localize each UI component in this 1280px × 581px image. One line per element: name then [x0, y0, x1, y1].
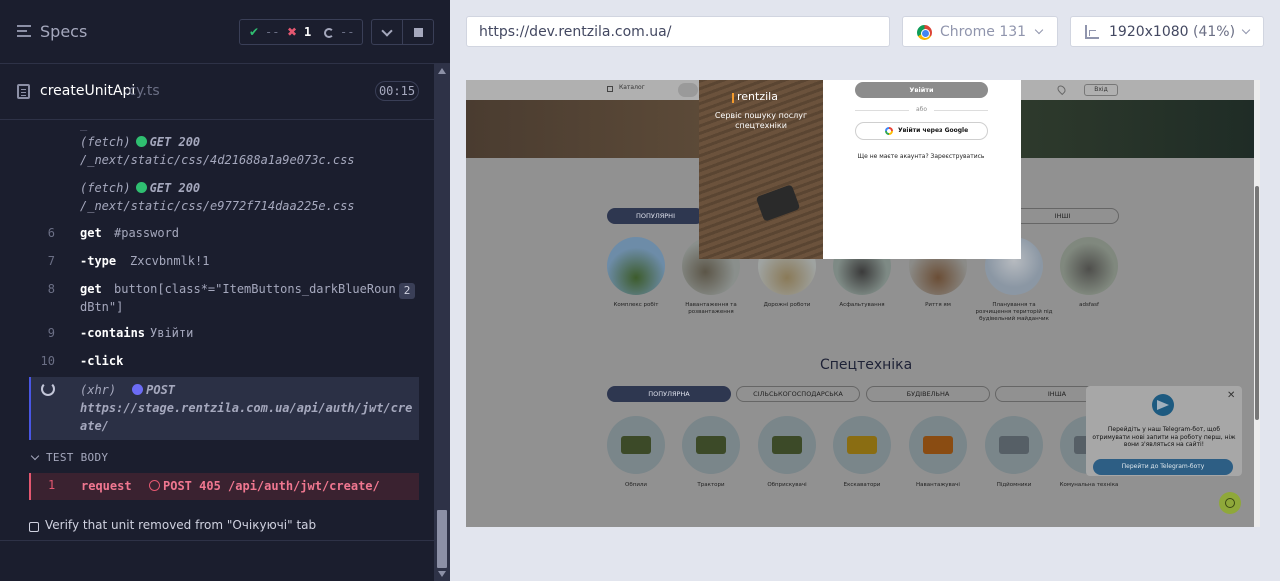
command-row[interactable]: 9 -contains Увійти	[30, 326, 419, 346]
machine-image[interactable]	[758, 416, 816, 474]
machines-tab-agricultural[interactable]: СІЛЬСЬКОГОСПОДАРСЬКА	[736, 386, 860, 402]
machines-tab-popular[interactable]: ПОПУЛЯРНА	[607, 386, 731, 402]
command-row[interactable]: 8 get button[class*="ItemButtons_darkBlu…	[30, 282, 419, 318]
section-title: Спецтехніка	[820, 357, 913, 373]
command-row[interactable]: 7 -type Zxcvbnmlk!1	[30, 254, 419, 274]
stop-button[interactable]	[402, 19, 434, 45]
spec-file-ext: .cy.ts	[124, 83, 160, 99]
command-log-panel: Specs ✔ -- ✖ 1 -- createUnitApi .cy.ts 0…	[0, 0, 450, 581]
command-log-scrollbar[interactable]	[434, 64, 450, 581]
green-status-dot-icon	[135, 136, 147, 147]
search-icon[interactable]	[678, 83, 698, 97]
command-row[interactable]: 6 get #password	[30, 226, 419, 246]
loading-spinner-icon	[41, 382, 55, 396]
menu-icon[interactable]	[17, 25, 31, 37]
service-caption[interactable]: adsfasf	[1050, 302, 1128, 309]
service-caption[interactable]: Дорожні роботи	[748, 302, 826, 309]
service-caption[interactable]: Планування та розчищення територій під б…	[975, 302, 1053, 323]
spec-file-header: createUnitApi .cy.ts 00:15	[0, 64, 434, 120]
spec-file-name[interactable]: createUnitApi	[40, 83, 135, 99]
command-list: _ (fetch) GET 200 /_next/static/css/4d216…	[0, 117, 434, 581]
machine-caption[interactable]: Підйомники	[975, 482, 1053, 489]
chevron-down-icon	[1241, 25, 1251, 35]
machine-image[interactable]	[833, 416, 891, 474]
test-state-checkbox-icon	[29, 522, 39, 532]
register-link[interactable]: Ще не маєте акаунта? Зареєструватись	[835, 153, 1007, 160]
failed-count: 1	[304, 25, 312, 39]
aut-scrollbar[interactable]	[1254, 80, 1260, 527]
viewport-info[interactable]: 1920x1080 (41%)	[1070, 16, 1264, 47]
run-duration: 00:15	[375, 81, 419, 101]
toggle-auto-scroll-button[interactable]	[371, 19, 403, 45]
machine-caption[interactable]: Трактори	[672, 482, 750, 489]
failed-command-row[interactable]: 1 request POST 405 /api/auth/jwt/create/	[29, 473, 419, 500]
aut-panel: https://dev.rentzila.com.ua/ Chrome 131 …	[450, 0, 1280, 581]
machine-image[interactable]	[909, 416, 967, 474]
service-caption[interactable]: Навантаження та розвантаження	[672, 302, 750, 316]
ruler-icon	[1085, 25, 1099, 39]
service-image[interactable]	[1060, 237, 1118, 295]
services-tab-other[interactable]: ІНШІ	[1006, 208, 1119, 224]
scroll-down-arrow-icon[interactable]	[438, 571, 446, 577]
document-icon	[17, 84, 30, 99]
chat-icon[interactable]	[1219, 492, 1241, 514]
machine-caption[interactable]: Обприскувачі	[748, 482, 826, 489]
google-login-button[interactable]: Увійти через Google	[855, 122, 988, 140]
machine-caption[interactable]: Екскаватори	[823, 482, 901, 489]
telegram-icon	[1152, 394, 1174, 416]
machine-caption[interactable]: Комунальна техніка	[1050, 482, 1128, 489]
passed-check-icon: ✔	[249, 25, 260, 39]
chevron-down-icon	[1034, 25, 1044, 35]
specs-header: Specs ✔ -- ✖ 1 --	[0, 0, 450, 64]
map-pin-icon[interactable]	[1055, 83, 1068, 96]
machine-image[interactable]	[607, 416, 665, 474]
machine-caption[interactable]: Обпили	[597, 482, 675, 489]
telegram-button[interactable]: Перейти до Telegram-боту	[1093, 459, 1233, 475]
specs-title[interactable]: Specs	[40, 22, 87, 41]
next-test-row[interactable]: Verify that unit removed from "Очікуючі"…	[0, 518, 434, 541]
element-count-badge: 2	[399, 283, 415, 299]
green-status-dot-icon	[135, 182, 147, 193]
failed-x-icon: ✖	[287, 25, 298, 39]
service-caption[interactable]: Асфальтування	[823, 302, 901, 309]
service-caption[interactable]: Риття ям	[899, 302, 977, 309]
chrome-icon	[917, 25, 932, 40]
command-fetch[interactable]: (fetch) GET 200 /_next/static/css/4d21688…	[30, 135, 419, 171]
browser-selector[interactable]: Chrome 131	[902, 16, 1058, 47]
run-stats: ✔ -- ✖ 1 --	[239, 19, 363, 45]
modal-hero-image: rentzila Сервіс пошуку послуг спецтехнік…	[699, 80, 823, 259]
login-submit-button[interactable]: Увійти	[855, 82, 988, 98]
command-fetch[interactable]: (fetch) GET 200 /_next/static/css/e9772f7…	[30, 181, 419, 217]
service-image[interactable]	[607, 237, 665, 295]
scrollbar-thumb[interactable]	[437, 510, 447, 568]
command-xhr-pending[interactable]: (xhr) POST https://stage.rentzila.com.ua/…	[29, 377, 419, 440]
machine-image[interactable]	[985, 416, 1043, 474]
machines-tab-construction[interactable]: БУДІВЕЛЬНА	[866, 386, 990, 402]
aut-iframe[interactable]: Каталог Вхід ПОПУЛЯРНІ ІНШІ Комплекс роб…	[466, 80, 1260, 527]
error-ring-icon	[149, 480, 160, 491]
passed-count: --	[265, 25, 280, 39]
close-icon[interactable]: ✕	[1227, 390, 1235, 401]
service-caption[interactable]: Комплекс робіт	[597, 302, 675, 309]
machine-image[interactable]	[682, 416, 740, 474]
pending-count: --	[340, 25, 355, 39]
google-icon	[885, 127, 893, 135]
rentzila-logo: rentzila	[732, 90, 778, 103]
login-modal: rentzila Сервіс пошуку послуг спецтехнік…	[699, 80, 1021, 259]
telegram-popup: ✕ Перейдіть у наш Telegram-бот, щоб отри…	[1086, 386, 1242, 476]
test-body-section-toggle[interactable]: TEST BODY	[30, 451, 108, 464]
command-row[interactable]: 10 -click	[30, 354, 419, 374]
aut-scrollbar-thumb[interactable]	[1255, 186, 1259, 420]
aut-url-bar[interactable]: https://dev.rentzila.com.ua/	[466, 16, 890, 47]
services-tab-popular[interactable]: ПОПУЛЯРНІ	[607, 208, 704, 224]
blue-status-dot-icon	[132, 384, 144, 395]
pending-spinner-icon	[324, 28, 334, 38]
machine-caption[interactable]: Навантажувачі	[899, 482, 977, 489]
scroll-up-arrow-icon[interactable]	[438, 68, 446, 74]
